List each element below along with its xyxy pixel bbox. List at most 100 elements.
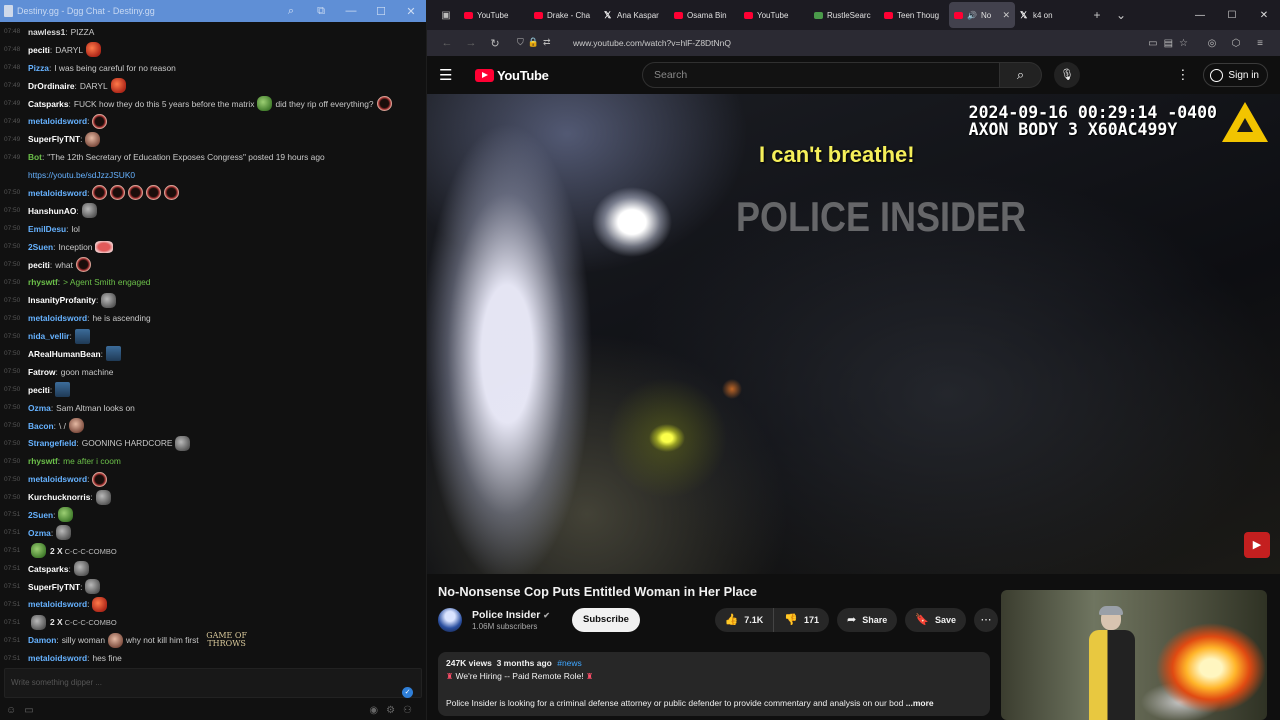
chat-username[interactable]: metaloidsword [28,188,87,198]
chat-username[interactable]: Bot [28,152,42,162]
close-button[interactable]: ✕ [1248,10,1280,21]
back-button[interactable]: ← [435,37,459,49]
menu-icon[interactable]: ≡ [1248,38,1272,49]
chat-username[interactable]: metaloidsword [28,474,87,484]
forward-button[interactable]: → [459,37,483,49]
close-button[interactable]: ✕ [396,5,426,18]
show-more-link[interactable]: ...more [906,698,934,708]
chat-username[interactable]: Bacon [28,421,54,431]
share-button[interactable]: ➦ Share [837,608,898,632]
maximize-button[interactable]: ☐ [366,5,396,18]
youtube-favicon-icon [744,11,753,19]
chat-link[interactable]: https://youtu.be/sdJzzJSUK0 [28,170,135,180]
youtube-favicon-icon [674,11,683,19]
voice-search-button[interactable]: 🎙 [1054,62,1080,88]
chat-username[interactable]: SuperFlyTNT [28,582,80,592]
sign-in-button[interactable]: Sign in [1203,63,1268,87]
chat-username[interactable]: peciti [28,45,50,55]
minimize-button[interactable]: — [1184,10,1216,21]
site-security-icons[interactable]: ⛉🔒⇄ [517,37,555,48]
users-icon[interactable]: ⚇ [403,705,412,716]
new-tab-button[interactable]: + [1085,8,1109,22]
subscribe-button[interactable]: Subscribe [571,608,640,632]
chat-username[interactable]: nawless1 [28,27,65,37]
chat-username[interactable]: nida_vellir [28,331,69,341]
chat-username[interactable]: Catsparks [28,99,69,109]
chat-username[interactable]: metaloidsword [28,116,87,126]
chat-username[interactable]: Pizza [28,63,49,73]
search-input[interactable]: Search [642,62,1000,88]
chat-username[interactable]: rhyswtf [28,277,58,287]
browser-tab[interactable]: RustleSearc [809,2,879,28]
video-player[interactable]: 2024-09-16 00:29:14 -0400 AXON BODY 3 X6… [427,94,1280,574]
smiley-icon[interactable]: ☺ [6,705,16,716]
chat-username[interactable]: peciti [28,385,50,395]
browser-tab[interactable]: Osama Bin [669,2,739,28]
account-icon[interactable]: ◎ [1200,38,1224,49]
chat-username[interactable]: peciti [28,260,50,270]
browser-tab[interactable]: Teen Thoug [879,2,949,28]
channel-avatar[interactable] [438,608,462,632]
chat-username[interactable]: 2Suen [28,510,53,520]
chat-username[interactable]: InsanityProfanity [28,295,96,305]
hashtag-link[interactable]: #news [557,658,582,668]
chat-username[interactable]: EmilDesu [28,224,66,234]
youtube-logo[interactable]: YouTube [475,68,642,83]
chat-username[interactable]: ARealHumanBean [28,349,101,359]
extensions-icon[interactable]: ⬡ [1224,38,1248,49]
tab-list-icon[interactable]: ▣ [433,10,459,21]
chat-username[interactable]: metaloidsword [28,313,87,323]
description-text: Police Insider is looking for a criminal… [446,698,904,708]
chevron-down-icon[interactable]: ⌄ [1109,8,1133,22]
chat-bubbles-icon[interactable]: ▭ [24,705,33,716]
chat-username[interactable]: 2Suen [28,242,53,252]
chat-username[interactable]: HanshunAO [28,206,76,216]
chat-message: 07:51 2 X C-C-C-COMBO [0,613,426,631]
recommended-video-thumbnail[interactable] [1001,590,1267,720]
chat-message-list[interactable]: 07:48 nawless1: PIZZA 07:48 peciti: DARYL 07:4… [0,22,426,664]
search-icon[interactable]: ⌕ [276,5,306,18]
chat-username[interactable]: Fatrow [28,367,55,377]
search-button[interactable]: ⌕ [1000,62,1042,88]
view-count: 247K views [446,658,492,668]
minimize-button[interactable]: — [336,5,366,17]
browser-tab[interactable]: YouTube [739,2,809,28]
chat-username[interactable]: rhyswtf [28,456,58,466]
chat-username[interactable]: SuperFlyTNT [28,134,80,144]
browser-tab[interactable]: 𝕏k4 on [1015,2,1085,28]
description-box[interactable]: 247K views 3 months ago #news ♜ We're Hi… [438,652,990,716]
chat-username[interactable]: metaloidsword [28,653,87,663]
chat-input[interactable]: Write something dipper ... ✓ [4,668,422,698]
browser-tab[interactable]: YouTube [459,2,529,28]
maximize-button[interactable]: ☐ [1216,10,1248,21]
chat-username[interactable]: Ozma [28,528,51,538]
dislike-button[interactable]: 👎 171 [774,608,830,632]
send-icon[interactable]: ✓ [402,687,413,698]
speaker-icon[interactable]: 🔊 [967,11,977,20]
chat-username[interactable]: Strangefield [28,438,76,448]
hamburger-menu-icon[interactable]: ☰ [439,66,475,84]
channel-name[interactable]: Police Insider ✔ [472,609,550,621]
chat-username[interactable]: DrOrdinaire [28,81,75,91]
address-bar-actions[interactable]: ▭▤☆ [1148,38,1194,49]
chat-username[interactable]: metaloidsword [28,599,87,609]
chat-username[interactable]: Ozma [28,403,51,413]
browser-tab[interactable]: 🔊 No ✕ [949,2,1015,28]
chat-username[interactable]: Catsparks [28,564,69,574]
reload-button[interactable]: ↻ [483,37,507,50]
chat-message: 07:48 nawless1: PIZZA [0,23,426,41]
more-actions-button[interactable]: ⋯ [974,608,998,632]
more-options-icon[interactable]: ⋮ [1176,67,1189,83]
subscribe-watermark-icon[interactable]: ▶ [1244,532,1270,558]
like-button[interactable]: 👍 7.1K [714,608,775,632]
chat-username[interactable]: Kurchucknorris [28,492,90,502]
eye-icon[interactable]: ◉ [369,705,378,716]
browser-tab[interactable]: 𝕏 Ana Kaspar [599,2,669,28]
browser-tab[interactable]: Drake - Cha [529,2,599,28]
gear-icon[interactable]: ⚙ [386,705,395,716]
address-bar[interactable]: ⛉🔒⇄ www.youtube.com/watch?v=hlF-Z8DtNnQ … [513,32,1194,54]
close-tab-icon[interactable]: ✕ [1002,10,1010,21]
popout-icon[interactable]: ⧉ [306,5,336,18]
chat-username[interactable]: Damon [28,635,56,645]
save-button[interactable]: 🔖 Save [905,608,966,632]
